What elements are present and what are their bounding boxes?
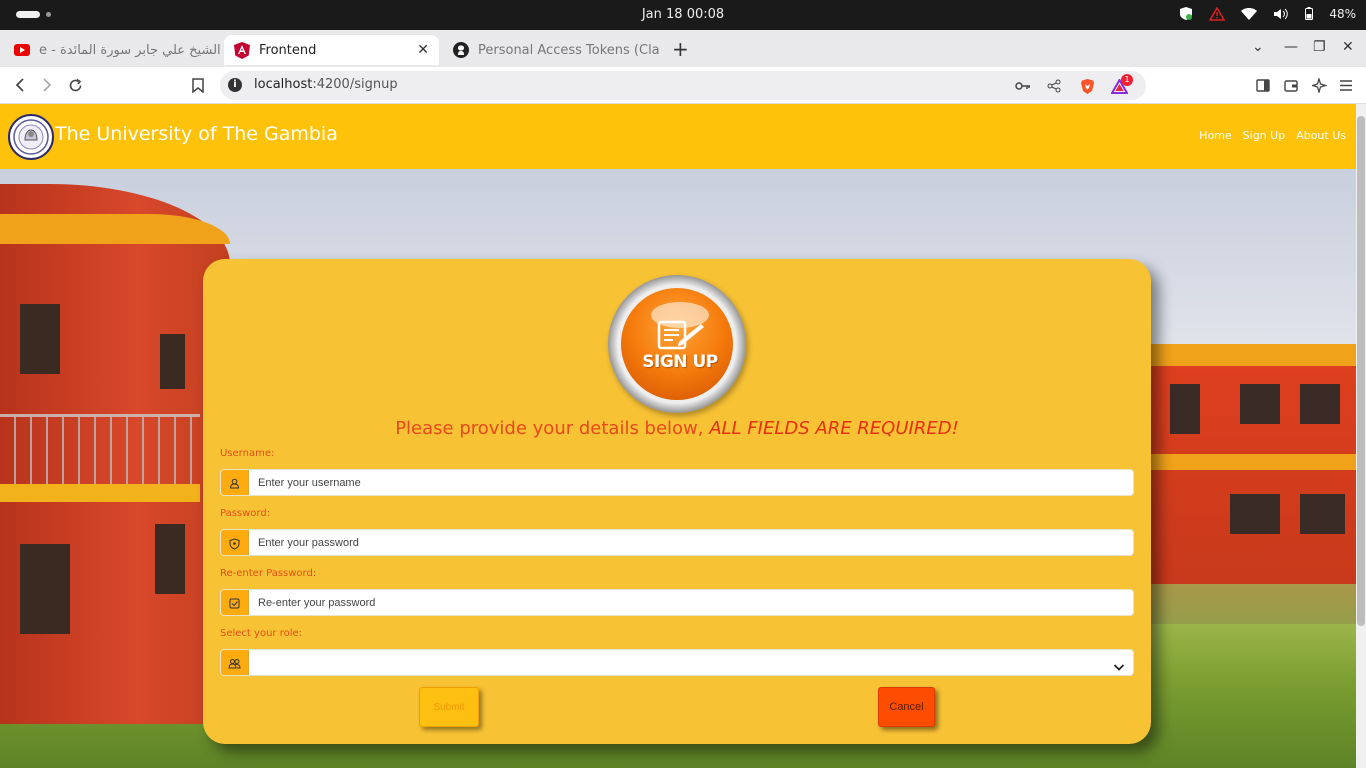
site-info-icon[interactable]: i — [228, 78, 242, 92]
reload-icon[interactable] — [65, 75, 85, 95]
angular-icon — [234, 41, 250, 59]
username-input[interactable] — [258, 470, 1118, 495]
password-label: Password: — [220, 508, 271, 519]
tab-title: الشيخ علي جابر سورة المائدة - e — [39, 42, 221, 58]
menu-icon[interactable] — [1336, 75, 1356, 95]
forward-icon[interactable] — [37, 75, 57, 95]
signup-badge-image: SIGN UP — [608, 275, 746, 413]
scrollbar-thumb[interactable] — [1357, 116, 1365, 626]
reenter-password-label: Re-enter Password: — [220, 568, 317, 579]
back-icon[interactable] — [10, 75, 30, 95]
rewards-badge: 1 — [1121, 74, 1133, 86]
close-tab-icon[interactable]: ✕ — [417, 42, 429, 58]
chevron-down-icon[interactable] — [1113, 657, 1125, 675]
tab-title: Personal Access Tokens (Cla — [478, 42, 660, 58]
youtube-icon — [14, 42, 30, 58]
url-text[interactable]: localhost:4200/signup — [254, 77, 398, 92]
address-bar[interactable]: i localhost:4200/signup — [220, 71, 1146, 100]
github-icon — [453, 42, 469, 58]
warning-icon[interactable] — [1209, 6, 1226, 21]
share-icon[interactable] — [1045, 77, 1063, 95]
role-label: Select your role: — [220, 628, 303, 639]
nav-links: Home Sign Up About Us — [1199, 129, 1346, 142]
document-pen-icon — [657, 320, 704, 350]
leo-ai-icon[interactable] — [1309, 75, 1329, 95]
reenter-password-input[interactable] — [258, 590, 1118, 615]
site-title[interactable]: The University of The Gambia — [55, 123, 338, 145]
system-tray[interactable]: 48% — [1179, 6, 1356, 21]
username-label: Username: — [220, 448, 275, 459]
site-navbar: The University of The Gambia Home Sign U… — [0, 104, 1356, 169]
nav-home-link[interactable]: Home — [1199, 129, 1231, 142]
restore-window-button[interactable]: ❐ — [1313, 39, 1326, 55]
university-logo[interactable] — [8, 114, 54, 160]
signup-card: SIGN UP Please provide your details belo… — [203, 259, 1151, 744]
cancel-button[interactable]: Cancel — [878, 687, 935, 727]
tab-title: Frontend — [259, 42, 317, 58]
nav-signup-link[interactable]: Sign Up — [1243, 129, 1286, 142]
tab-list-chevron-icon[interactable]: ⌄ — [1252, 39, 1264, 55]
close-window-button[interactable]: ✕ — [1342, 39, 1354, 55]
password-input[interactable] — [258, 530, 1118, 555]
users-icon — [221, 650, 249, 675]
wifi-icon[interactable] — [1241, 7, 1258, 20]
tab-github[interactable]: Personal Access Tokens (Cla — [443, 35, 665, 65]
page-viewport: The University of The Gambia Home Sign U… — [0, 104, 1366, 768]
browser-toolbar: i localhost:4200/signup 1 — [0, 67, 1366, 104]
minimize-window-button[interactable]: — — [1284, 39, 1298, 55]
check-square-icon — [221, 590, 249, 615]
bookmark-icon[interactable] — [188, 75, 208, 95]
username-field-group — [220, 469, 1134, 496]
shield-status-icon[interactable] — [1179, 6, 1193, 21]
nav-about-link[interactable]: About Us — [1296, 129, 1346, 142]
wallet-icon[interactable] — [1281, 75, 1301, 95]
reenter-password-field-group — [220, 589, 1134, 616]
tab-youtube[interactable]: الشيخ علي جابر سورة المائدة - e — [4, 35, 222, 65]
shield-icon — [221, 530, 249, 555]
required-notice: ALL FIELDS ARE REQUIRED! — [709, 418, 959, 439]
password-field-group — [220, 529, 1134, 556]
os-top-bar: Jan 18 00:08 48% — [0, 0, 1366, 30]
form-heading: Please provide your details below, ALL F… — [395, 418, 959, 439]
volume-icon[interactable] — [1273, 8, 1289, 20]
tab-frontend[interactable]: Frontend ✕ — [224, 35, 439, 65]
sidebar-toggle-icon[interactable] — [1253, 75, 1273, 95]
role-select[interactable] — [220, 649, 1134, 676]
system-clock[interactable]: Jan 18 00:08 — [0, 7, 1366, 22]
battery-percent: 48% — [1329, 6, 1356, 21]
page-scrollbar[interactable] — [1356, 104, 1366, 768]
submit-button[interactable]: Submit — [419, 687, 479, 727]
browser-tab-bar: الشيخ علي جابر سورة المائدة - e Frontend… — [0, 30, 1366, 67]
key-icon[interactable] — [1014, 77, 1032, 95]
brave-shields-icon[interactable] — [1078, 77, 1096, 95]
battery-icon[interactable] — [1305, 7, 1314, 20]
user-icon — [221, 470, 249, 495]
badge-text: SIGN UP — [642, 352, 718, 372]
new-tab-button[interactable]: + — [672, 37, 689, 61]
role-select-value — [258, 656, 1118, 675]
